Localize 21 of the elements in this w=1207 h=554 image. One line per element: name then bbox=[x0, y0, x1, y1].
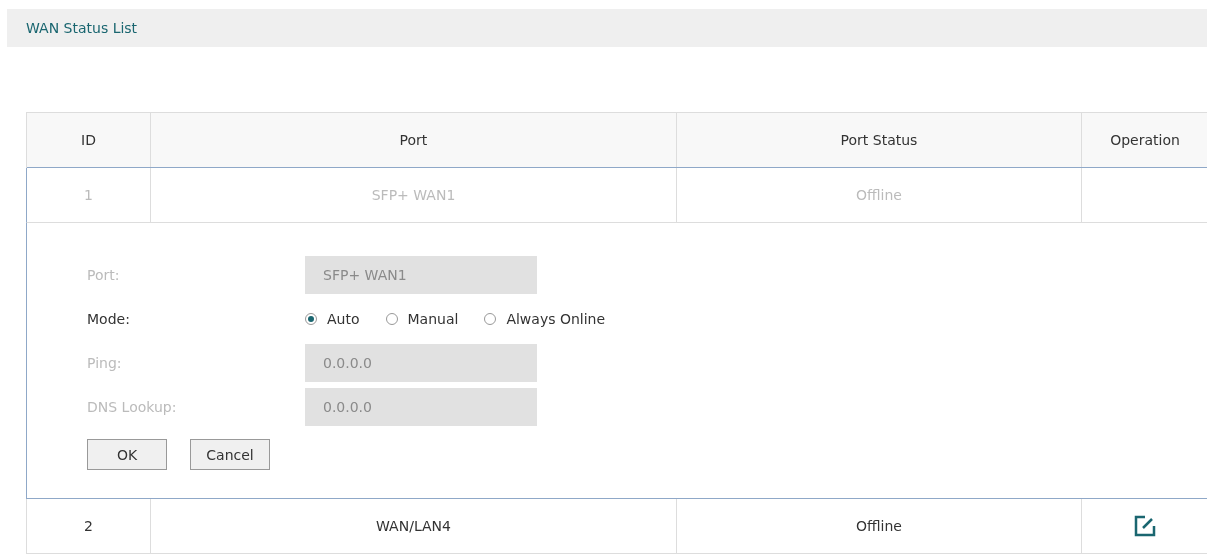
table-cell: SFP+ WAN1 bbox=[151, 168, 677, 222]
table-cell: Offline bbox=[677, 168, 1082, 222]
radio-option[interactable]: Always Online bbox=[484, 311, 606, 327]
field-label: Port: bbox=[87, 267, 121, 283]
table-cell: 2 bbox=[27, 499, 151, 553]
edit-icon[interactable] bbox=[1133, 514, 1157, 538]
section-header: WAN Status List bbox=[7, 9, 1207, 47]
table-cell: WAN/LAN4 bbox=[151, 499, 677, 553]
column-header: ID bbox=[27, 113, 151, 167]
radio-option[interactable]: Auto bbox=[305, 311, 360, 327]
column-header: Operation bbox=[1109, 131, 1181, 150]
field-label: Ping: bbox=[87, 355, 123, 371]
column-header: Port bbox=[151, 113, 677, 167]
table-cell: Offline bbox=[677, 499, 1082, 553]
form-button[interactable]: OK bbox=[87, 439, 167, 470]
column-header: Port Status bbox=[677, 113, 1082, 167]
table-cell: 1 bbox=[27, 168, 151, 222]
form-button[interactable]: Cancel bbox=[190, 439, 270, 470]
radio-option[interactable]: Manual bbox=[385, 311, 459, 327]
field-label: Mode: bbox=[87, 311, 131, 327]
field-label: DNS Lookup: bbox=[87, 399, 178, 415]
